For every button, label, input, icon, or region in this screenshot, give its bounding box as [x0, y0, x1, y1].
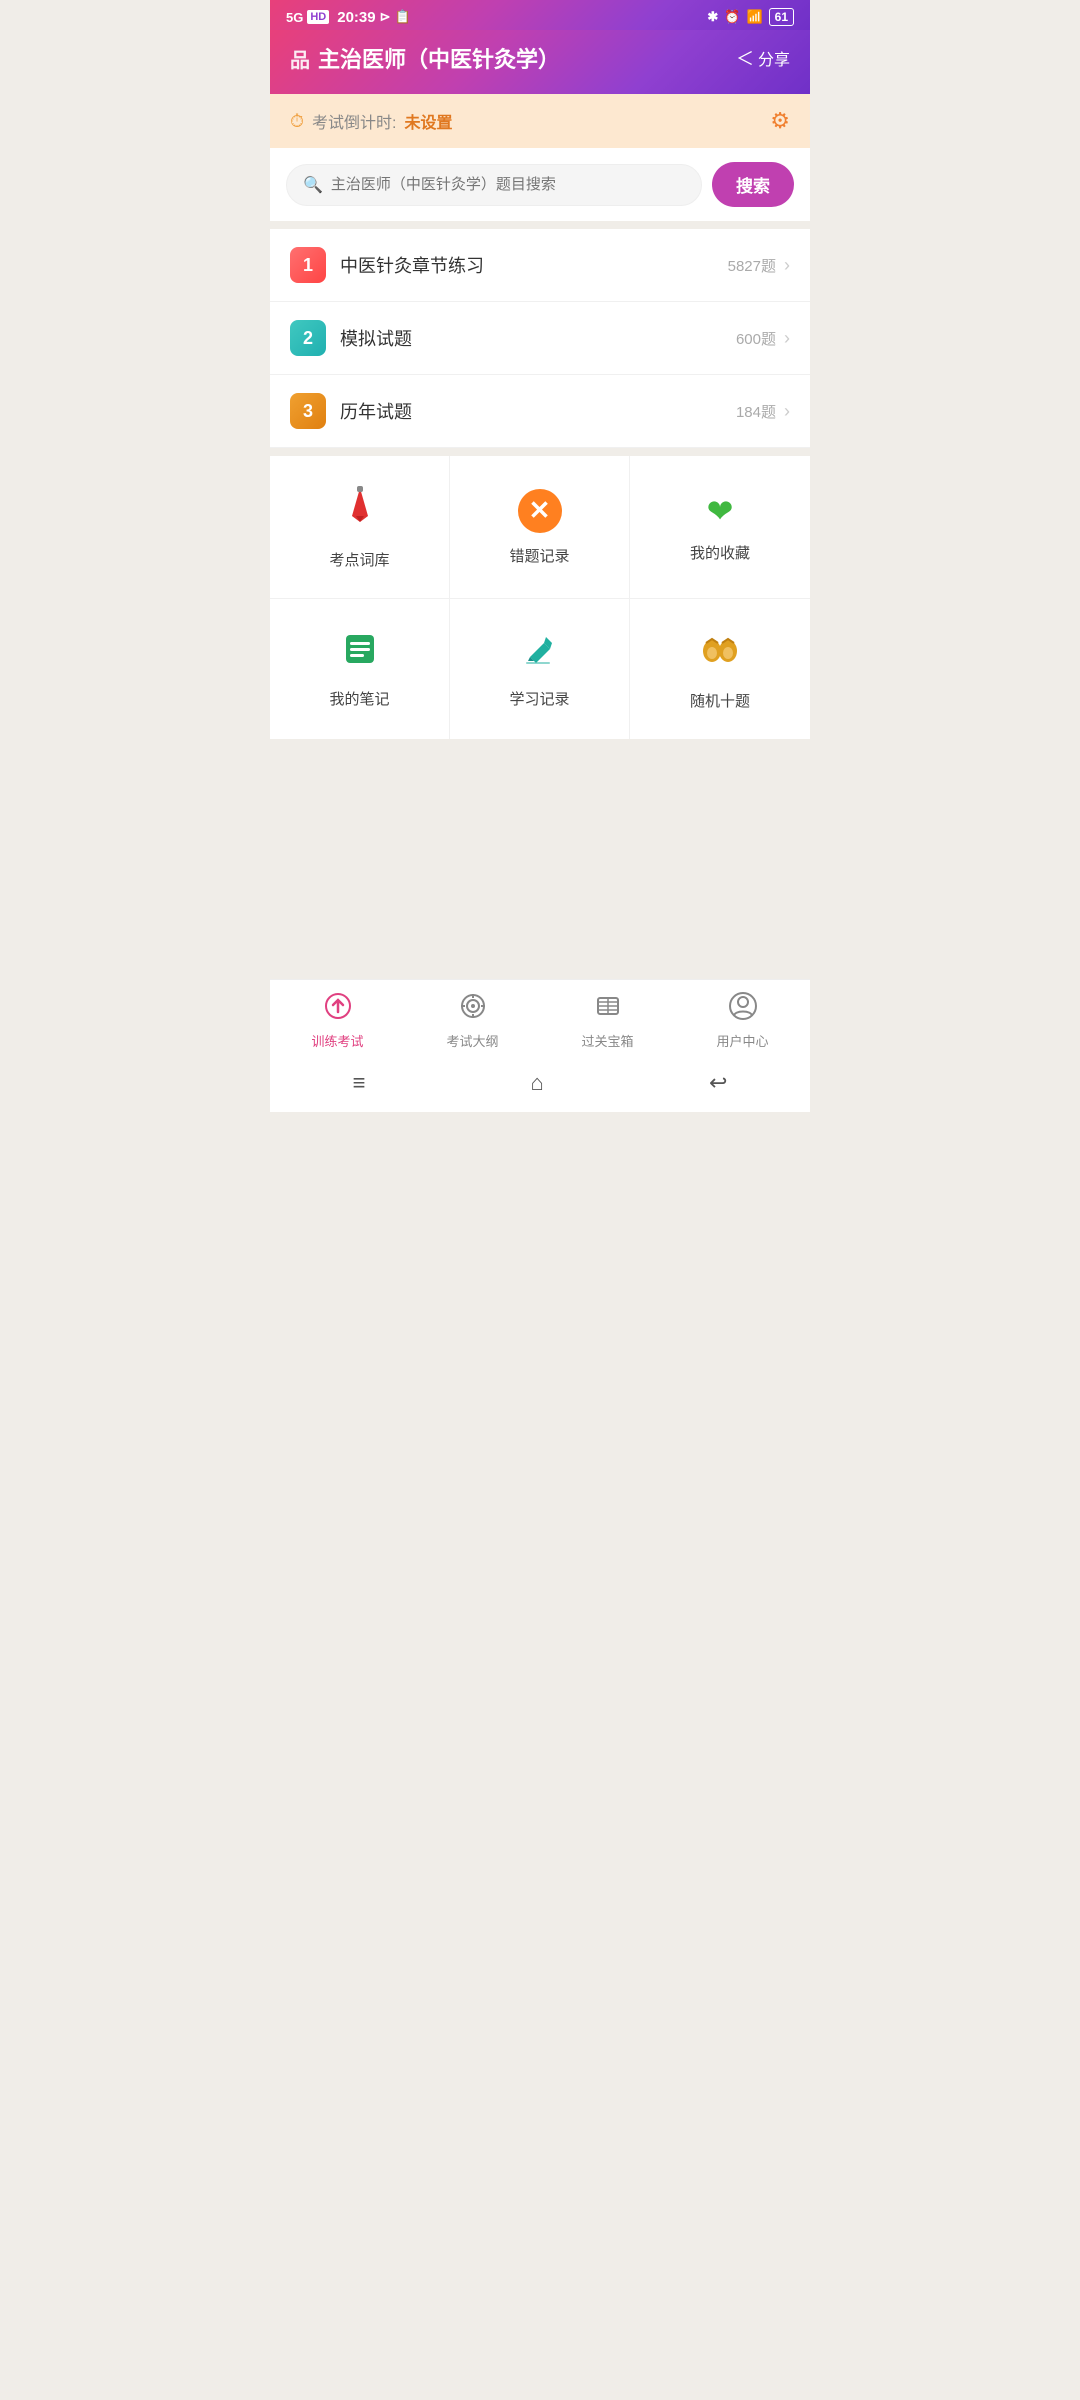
notification-icon: 📋 [395, 9, 411, 25]
header-title: 品 主治医师（中医针灸学） [290, 42, 560, 74]
countdown-label: 考试倒计时: [312, 109, 396, 133]
alarm-icon: ⏰ [724, 9, 740, 25]
tool-cuoti[interactable]: ✕ 错题记录 [450, 456, 630, 599]
tool-label-suiji: 随机十题 [690, 690, 750, 711]
share-label: 分享 [758, 46, 790, 70]
nav-item-train[interactable]: 训练考试 [298, 992, 378, 1050]
target-icon [459, 992, 487, 1027]
tool-suiji[interactable]: 随机十题 [630, 599, 810, 739]
binoculars-icon [698, 627, 742, 678]
hd-icon: HD [307, 10, 329, 24]
back-button[interactable]: ↩ [709, 1070, 727, 1096]
category-item-1[interactable]: 1 中医针灸章节练习 5827题 › [270, 229, 810, 302]
tool-biji[interactable]: 我的笔记 [270, 599, 450, 739]
category-num-3: 3 [290, 393, 326, 429]
status-bar: 5G HD 20:39 ⊳ 📋 ✱ ⏰ 📶 61 [270, 0, 810, 30]
arrow-icon-1: › [784, 255, 790, 276]
tools-grid: 考点词库 ✕ 错题记录 ❤ 我的收藏 我的笔记 [270, 456, 810, 739]
tool-label-kaodian: 考点词库 [329, 549, 389, 570]
search-icon: 🔍 [303, 175, 323, 195]
signal-icon: 5G [286, 10, 303, 25]
share-icon: ＜ [736, 45, 754, 71]
menu-button[interactable]: ≡ [353, 1070, 366, 1096]
empty-content-area [270, 739, 810, 979]
tool-shoucang[interactable]: ❤ 我的收藏 [630, 456, 810, 599]
header: 品 主治医师（中医针灸学） ＜ 分享 [270, 30, 810, 94]
home-icon [324, 992, 352, 1027]
nav-icon: ⊳ [380, 9, 391, 25]
nav-label-train: 训练考试 [311, 1031, 363, 1050]
countdown-value: 未设置 [405, 109, 453, 133]
category-count-3: 184题 [736, 401, 776, 422]
search-container: 🔍 搜索 [270, 148, 810, 221]
category-item-2[interactable]: 2 模拟试题 600题 › [270, 302, 810, 375]
category-name-3: 历年试题 [340, 398, 736, 424]
book-icon [594, 992, 622, 1027]
share-button[interactable]: ＜ 分享 [736, 45, 790, 71]
search-input[interactable] [331, 176, 685, 193]
status-right: ✱ ⏰ 📶 61 [707, 8, 794, 26]
category-count-1: 5827题 [728, 255, 776, 276]
category-num-2: 2 [290, 320, 326, 356]
arrow-icon-2: › [784, 328, 790, 349]
countdown-text: ⏱ 考试倒计时: 未设置 [290, 109, 453, 133]
tool-kaodian[interactable]: 考点词库 [270, 456, 450, 599]
tool-label-cuoti: 错题记录 [509, 545, 569, 566]
category-name-1: 中医针灸章节练习 [340, 252, 728, 278]
nav-label-treasure: 过关宝箱 [581, 1031, 633, 1050]
heart-icon: ❤ [707, 492, 734, 530]
search-button[interactable]: 搜索 [712, 162, 794, 207]
clock-icon: ⏱ [290, 111, 304, 132]
tool-xuexi[interactable]: 学习记录 [450, 599, 630, 739]
category-item-3[interactable]: 3 历年试题 184题 › [270, 375, 810, 448]
notes-icon [340, 629, 380, 676]
system-nav: ≡ ⌂ ↩ [270, 1058, 810, 1112]
app-icon: 品 [290, 44, 310, 73]
nav-item-treasure[interactable]: 过关宝箱 [568, 992, 648, 1050]
bluetooth-icon: ✱ [707, 9, 718, 25]
x-circle-icon: ✕ [518, 489, 562, 533]
time-display: 20:39 [337, 9, 375, 26]
page-title: 主治医师（中医针灸学） [318, 42, 560, 74]
nav-label-outline: 考试大纲 [446, 1031, 498, 1050]
arrow-icon-3: › [784, 401, 790, 422]
tool-label-biji: 我的笔记 [329, 688, 389, 709]
nav-item-user[interactable]: 用户中心 [703, 992, 783, 1050]
user-icon [729, 992, 757, 1027]
status-left: 5G HD 20:39 ⊳ 📋 [286, 9, 411, 26]
battery-icon: 61 [769, 8, 794, 26]
tool-label-xuexi: 学习记录 [509, 688, 569, 709]
nav-item-outline[interactable]: 考试大纲 [433, 992, 513, 1050]
edit-icon [520, 629, 560, 676]
category-num-1: 1 [290, 247, 326, 283]
category-count-2: 600题 [736, 328, 776, 349]
category-list: 1 中医针灸章节练习 5827题 › 2 模拟试题 600题 › 3 历年试题 … [270, 229, 810, 448]
home-button[interactable]: ⌂ [531, 1070, 544, 1096]
category-name-2: 模拟试题 [340, 325, 736, 351]
pencil-icon [338, 484, 382, 537]
nav-label-user: 用户中心 [716, 1031, 768, 1050]
search-input-wrap: 🔍 [286, 164, 702, 206]
wifi-icon: 📶 [746, 9, 762, 25]
countdown-bar: ⏱ 考试倒计时: 未设置 ⚙ [270, 94, 810, 148]
tool-label-shoucang: 我的收藏 [690, 542, 750, 563]
bottom-nav: 训练考试 考试大纲 过关宝箱 [270, 979, 810, 1058]
settings-icon[interactable]: ⚙ [770, 108, 790, 134]
